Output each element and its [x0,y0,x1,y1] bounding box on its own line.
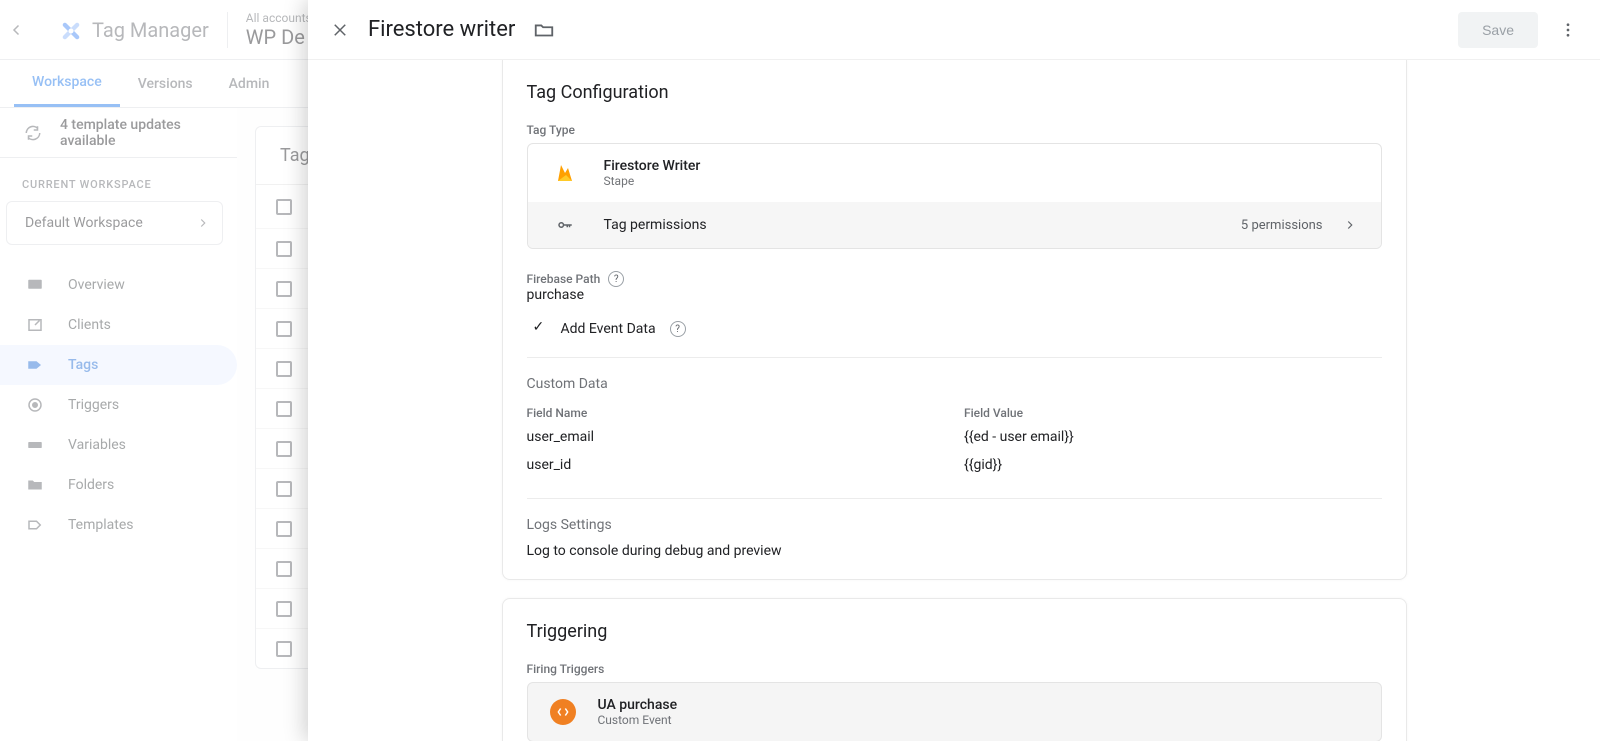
sidebar-item-label: Tags [68,357,98,373]
row-checkbox[interactable] [276,481,292,497]
help-icon[interactable]: ? [608,271,624,287]
field-name-value: user_id [527,454,945,478]
sidebar-item-label: Folders [68,477,114,493]
close-button[interactable] [322,12,358,48]
target-icon [26,396,44,414]
row-checkbox[interactable] [276,401,292,417]
firebase-path-value: purchase [527,287,1382,303]
sidebar-item-clients[interactable]: Clients [0,305,237,345]
tab-workspace[interactable]: Workspace [14,60,120,107]
logs-settings-label: Logs Settings [527,517,1382,533]
sidebar-item-label: Overview [68,277,125,293]
sidebar-item-variables[interactable]: Variables [0,425,237,465]
select-all-checkbox[interactable] [276,199,292,215]
row-checkbox[interactable] [276,601,292,617]
firing-triggers-label: Firing Triggers [527,662,1382,676]
variable-icon [26,436,44,454]
tab-admin[interactable]: Admin [211,60,288,107]
client-icon [26,316,44,334]
tag-permissions-label: Tag permissions [604,217,707,233]
row-checkbox[interactable] [276,521,292,537]
panel-title: Triggering [527,621,1382,642]
tag-type-vendor: Stape [604,174,701,188]
sidebar-item-tags[interactable]: Tags [0,345,237,385]
app-title: Tag Manager [92,18,209,42]
row-checkbox[interactable] [276,441,292,457]
workspace-name: Default Workspace [25,215,143,231]
firestore-writer-icon [552,161,578,185]
drawer-title[interactable]: Firestore writer [368,17,515,43]
sidebar-item-label: Variables [68,437,126,453]
tag-configuration-panel: Tag Configuration Tag Type Firestore Wri… [502,60,1407,580]
firing-trigger-row[interactable]: UA purchase Custom Event [527,682,1382,741]
tag-type-row[interactable]: Firestore Writer Stape [528,144,1381,202]
row-checkbox[interactable] [276,241,292,257]
row-checkbox[interactable] [276,281,292,297]
tag-permissions-row[interactable]: Tag permissions 5 permissions [528,202,1381,248]
row-checkbox[interactable] [276,561,292,577]
back-button[interactable] [8,21,48,39]
account-switcher[interactable]: All accounts WP De [246,11,312,49]
triggering-panel: Triggering Firing Triggers UA purchase C… [502,598,1407,741]
dashboard-icon [26,276,44,294]
sidebar-item-templates[interactable]: Templates [0,505,237,545]
add-event-data-row: Add Event Data ? [527,321,1382,337]
field-value-value: {{gid}} [964,454,1382,478]
field-value-header: Field Value [964,406,1382,420]
sidebar-item-folders[interactable]: Folders [0,465,237,505]
custom-event-icon [550,699,576,725]
template-update-text: 4 template updates available [60,117,237,149]
sidebar-item-triggers[interactable]: Triggers [0,385,237,425]
field-name-value: user_email [527,426,945,450]
row-checkbox[interactable] [276,361,292,377]
tag-detail-drawer: Firestore writer Save Tag Configuration … [308,0,1600,741]
tab-versions[interactable]: Versions [120,60,211,107]
tag-icon [26,356,44,374]
accounts-label: All accounts [246,11,312,25]
field-name-header: Field Name [527,406,945,420]
key-icon [552,216,578,234]
add-event-data-label: Add Event Data [561,321,656,337]
workspace-picker[interactable]: Default Workspace [6,201,223,245]
trigger-type: Custom Event [598,713,678,727]
row-checkbox[interactable] [276,321,292,337]
checkmark-icon [533,322,547,336]
sidebar-item-label: Clients [68,317,111,333]
more-menu-button[interactable] [1550,12,1586,48]
left-sidebar: 4 template updates available CURRENT WOR… [0,108,237,741]
custom-data-label: Custom Data [527,376,1382,392]
permissions-count: 5 permissions [1241,218,1323,233]
sidebar-item-label: Templates [68,517,134,533]
row-checkbox[interactable] [276,641,292,657]
logs-settings-value: Log to console during debug and preview [527,543,1382,559]
chevron-right-icon [196,216,210,230]
template-icon [26,516,44,534]
save-button[interactable]: Save [1458,12,1538,48]
chevron-right-icon [1343,218,1357,232]
tag-type-name: Firestore Writer [604,158,701,174]
container-name: WP De [246,25,312,49]
help-icon[interactable]: ? [670,321,686,337]
gtm-logo [58,18,82,42]
firebase-path-label: Firebase Path [527,272,601,286]
sidebar-item-overview[interactable]: Overview [0,265,237,305]
field-value-value: {{ed - user email}} [964,426,1382,450]
template-update-bar[interactable]: 4 template updates available [0,108,237,158]
folder-icon [26,476,44,494]
panel-title: Tag Configuration [527,82,1382,103]
refresh-icon [24,124,42,142]
sidebar-item-label: Triggers [68,397,119,413]
trigger-name: UA purchase [598,697,678,713]
folder-picker-icon[interactable] [533,19,555,41]
workspace-section-label: CURRENT WORKSPACE [0,158,237,201]
tag-type-label: Tag Type [527,123,1382,137]
